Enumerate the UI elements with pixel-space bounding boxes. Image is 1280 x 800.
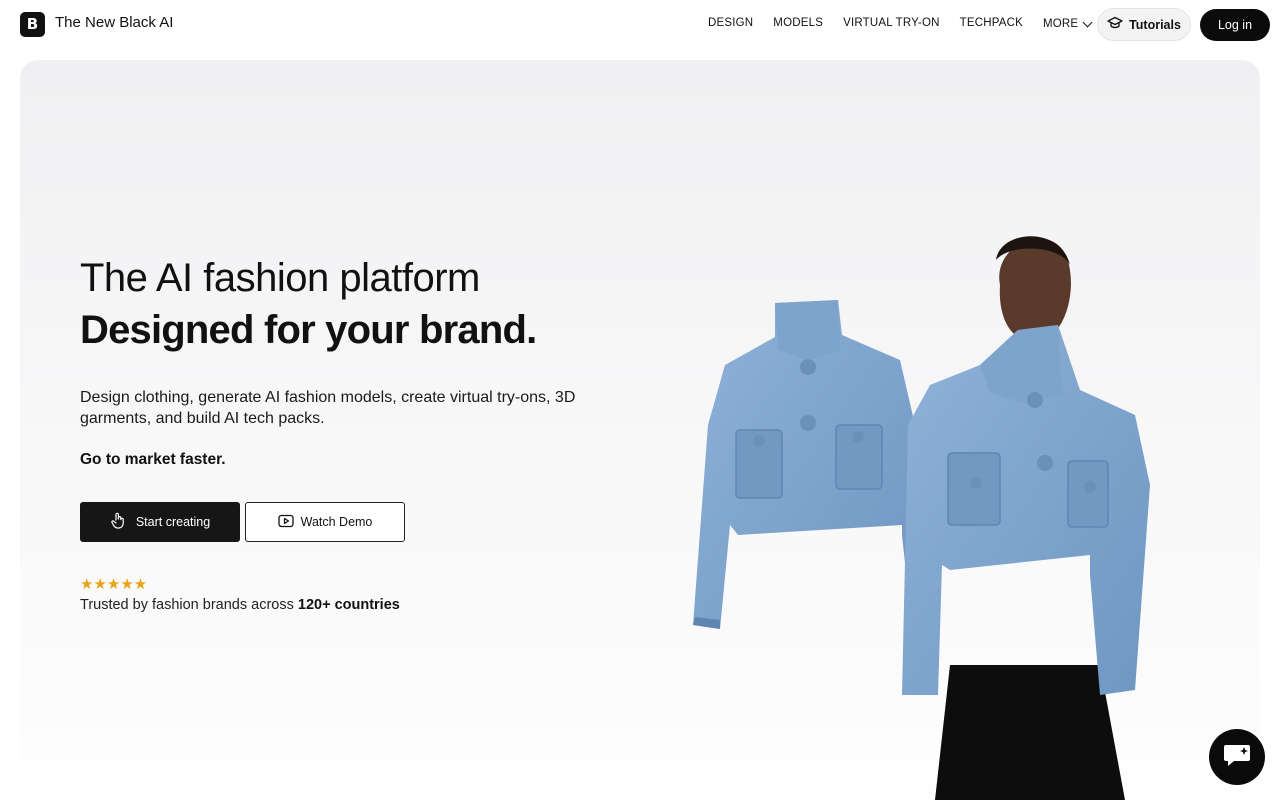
top-nav: B The New Black AI DESIGN MODELS VIRTUAL… [0, 0, 1280, 50]
hand-pointer-icon [110, 512, 126, 532]
brand-name[interactable]: The New Black AI [55, 14, 173, 31]
trusted-text: Trusted by fashion brands across 120+ co… [80, 597, 400, 613]
chat-button[interactable] [1209, 729, 1265, 785]
nav-link-techpack[interactable]: TECHPACK [960, 17, 1023, 30]
play-icon [277, 514, 294, 531]
nav-link-virtual-try-on[interactable]: VIRTUAL TRY-ON [843, 17, 940, 30]
trusted-prefix: Trusted by fashion brands across [80, 597, 294, 613]
chat-icon [1222, 741, 1252, 774]
model-image [902, 236, 1150, 800]
hero-title-light: The AI fashion platform [80, 256, 480, 300]
jacket-flat-image [693, 300, 920, 629]
hero-description: Design clothing, generate AI fashion mod… [80, 389, 576, 427]
trusted-highlight: 120+ countries [297, 597, 400, 613]
hero-product-image [693, 236, 1150, 800]
login-button[interactable]: Log in [1200, 9, 1270, 41]
watch-demo-label: Watch Demo [300, 515, 373, 529]
chevron-down-icon [1082, 17, 1093, 28]
watch-demo-button[interactable]: Watch Demo [245, 502, 405, 542]
hero-title-bold: Designed for your brand. [80, 308, 537, 352]
nav-link-design[interactable]: DESIGN [708, 17, 753, 30]
tutorials-button[interactable]: Tutorials [1097, 8, 1191, 41]
nav-link-models[interactable]: MODELS [773, 17, 823, 30]
nav-links: DESIGN MODELS VIRTUAL TRY-ON TECHPACK MO… [708, 17, 1111, 30]
tutorials-label: Tutorials [1129, 17, 1181, 32]
logo-icon[interactable]: B [20, 12, 45, 37]
graduation-cap-icon [1107, 16, 1123, 33]
rating-stars: ★★★★★ [80, 575, 148, 593]
start-creating-label: Start creating [135, 515, 211, 529]
start-creating-button[interactable]: Start creating [80, 502, 240, 542]
hero-tagline: Go to market faster. [80, 451, 226, 468]
nav-more-label: MORE [1043, 18, 1079, 30]
nav-more-dropdown[interactable]: MORE [1043, 17, 1093, 30]
